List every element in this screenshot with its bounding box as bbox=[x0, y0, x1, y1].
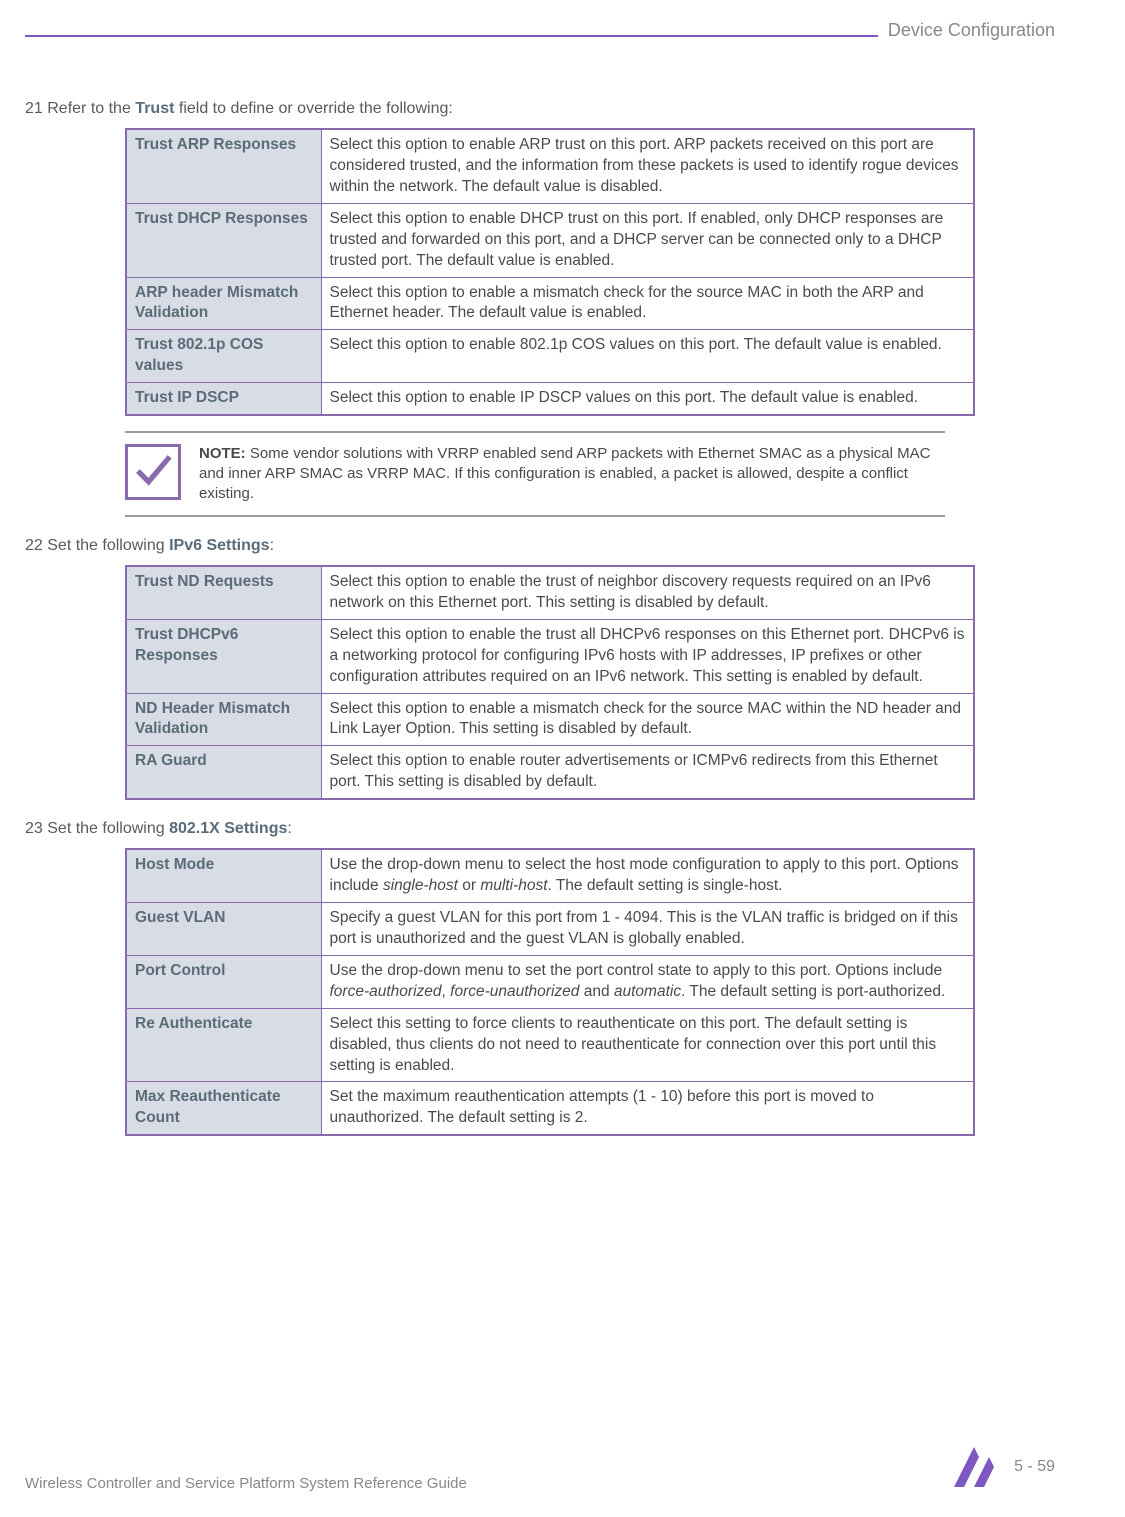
setting-label: Trust 802.1p COS values bbox=[126, 330, 321, 383]
table-row: Port ControlUse the drop-down menu to se… bbox=[126, 955, 974, 1008]
setting-label: Guest VLAN bbox=[126, 903, 321, 956]
ipv6-table-body: Trust ND RequestsSelect this option to e… bbox=[126, 566, 974, 799]
setting-description: Select this option to enable IP DSCP val… bbox=[321, 383, 974, 415]
setting-label: Trust DHCPv6 Responses bbox=[126, 619, 321, 693]
table-row: Host ModeUse the drop-down menu to selec… bbox=[126, 849, 974, 902]
table-row: Trust ARP ResponsesSelect this option to… bbox=[126, 129, 974, 203]
setting-label: Max Reauthenticate Count bbox=[126, 1082, 321, 1135]
trust-table-body: Trust ARP ResponsesSelect this option to… bbox=[126, 129, 974, 415]
table-row: Guest VLANSpecify a guest VLAN for this … bbox=[126, 903, 974, 956]
step-num: 23 bbox=[25, 820, 43, 837]
table-row: Trust IP DSCPSelect this option to enabl… bbox=[126, 383, 974, 415]
setting-description: Use the drop-down menu to select the hos… bbox=[321, 849, 974, 902]
step-21-text: 21 Refer to the Trust field to define or… bbox=[25, 100, 1055, 118]
table-row: Trust 802.1p COS valuesSelect this optio… bbox=[126, 330, 974, 383]
setting-description: Set the maximum reauthentication attempt… bbox=[321, 1082, 974, 1135]
footer-guide-title: Wireless Controller and Service Platform… bbox=[25, 1475, 467, 1492]
step-22-text: 22 Set the following IPv6 Settings: bbox=[25, 537, 1055, 555]
note-inner: NOTE: Some vendor solutions with VRRP en… bbox=[125, 436, 945, 513]
setting-description: Select this option to enable the trust o… bbox=[321, 566, 974, 619]
setting-description: Select this setting to force clients to … bbox=[321, 1008, 974, 1082]
note-box: NOTE: Some vendor solutions with VRRP en… bbox=[125, 431, 945, 517]
table-row: ARP header Mismatch ValidationSelect thi… bbox=[126, 277, 974, 330]
table-row: Trust DHCP ResponsesSelect this option t… bbox=[126, 203, 974, 277]
setting-description: Specify a guest VLAN for this port from … bbox=[321, 903, 974, 956]
step-num: 22 bbox=[25, 537, 43, 554]
setting-label: Trust DHCP Responses bbox=[126, 203, 321, 277]
step-suffix: field to define or override the followin… bbox=[174, 100, 452, 117]
step-prefix: Set the following bbox=[43, 820, 169, 837]
setting-description: Select this option to enable ARP trust o… bbox=[321, 129, 974, 203]
page-header: Device Configuration bbox=[25, 20, 1055, 70]
table-row: Max Reauthenticate CountSet the maximum … bbox=[126, 1082, 974, 1135]
note-hr-bottom bbox=[125, 515, 945, 517]
document-page: Device Configuration 21 Refer to the Tru… bbox=[0, 0, 1125, 1517]
setting-label: ARP header Mismatch Validation bbox=[126, 277, 321, 330]
step-bold: Trust bbox=[135, 100, 174, 117]
footer-right: 5 - 59 bbox=[949, 1442, 1055, 1492]
setting-description: Use the drop-down menu to set the port c… bbox=[321, 955, 974, 1008]
setting-description: Select this option to enable the trust a… bbox=[321, 619, 974, 693]
step-num: 21 bbox=[25, 100, 43, 117]
dot1x-table-body: Host ModeUse the drop-down menu to selec… bbox=[126, 849, 974, 1135]
setting-label: Re Authenticate bbox=[126, 1008, 321, 1082]
step-suffix: : bbox=[270, 537, 274, 554]
setting-label: Port Control bbox=[126, 955, 321, 1008]
table-row: Trust ND RequestsSelect this option to e… bbox=[126, 566, 974, 619]
page-footer: Wireless Controller and Service Platform… bbox=[25, 1442, 1055, 1492]
setting-label: RA Guard bbox=[126, 746, 321, 799]
checkmark-icon bbox=[125, 444, 181, 500]
step-suffix: : bbox=[287, 820, 291, 837]
setting-label: Trust ARP Responses bbox=[126, 129, 321, 203]
step-bold: 802.1X Settings bbox=[169, 820, 287, 837]
trust-table: Trust ARP ResponsesSelect this option to… bbox=[125, 128, 975, 416]
table-row: RA GuardSelect this option to enable rou… bbox=[126, 746, 974, 799]
table-row: ND Header Mismatch ValidationSelect this… bbox=[126, 693, 974, 746]
header-title: Device Configuration bbox=[878, 20, 1055, 41]
step-prefix: Refer to the bbox=[47, 100, 135, 117]
page-number: 5 - 59 bbox=[1014, 1458, 1055, 1476]
setting-description: Select this option to enable a mismatch … bbox=[321, 693, 974, 746]
setting-label: Trust ND Requests bbox=[126, 566, 321, 619]
ipv6-table: Trust ND RequestsSelect this option to e… bbox=[125, 565, 975, 800]
setting-description: Select this option to enable router adve… bbox=[321, 746, 974, 799]
dot1x-table: Host ModeUse the drop-down menu to selec… bbox=[125, 848, 975, 1136]
setting-label: Trust IP DSCP bbox=[126, 383, 321, 415]
logo-icon bbox=[949, 1442, 999, 1492]
note-hr-top bbox=[125, 431, 945, 433]
table-row: Trust DHCPv6 ResponsesSelect this option… bbox=[126, 619, 974, 693]
note-text: NOTE: Some vendor solutions with VRRP en… bbox=[199, 444, 945, 505]
setting-description: Select this option to enable DHCP trust … bbox=[321, 203, 974, 277]
setting-label: Host Mode bbox=[126, 849, 321, 902]
setting-label: ND Header Mismatch Validation bbox=[126, 693, 321, 746]
note-body: Some vendor solutions with VRRP enabled … bbox=[199, 445, 930, 503]
step-bold: IPv6 Settings bbox=[169, 537, 269, 554]
step-23-text: 23 Set the following 802.1X Settings: bbox=[25, 820, 1055, 838]
setting-description: Select this option to enable 802.1p COS … bbox=[321, 330, 974, 383]
note-label: NOTE: bbox=[199, 445, 246, 462]
step-prefix: Set the following bbox=[43, 537, 169, 554]
setting-description: Select this option to enable a mismatch … bbox=[321, 277, 974, 330]
table-row: Re AuthenticateSelect this setting to fo… bbox=[126, 1008, 974, 1082]
